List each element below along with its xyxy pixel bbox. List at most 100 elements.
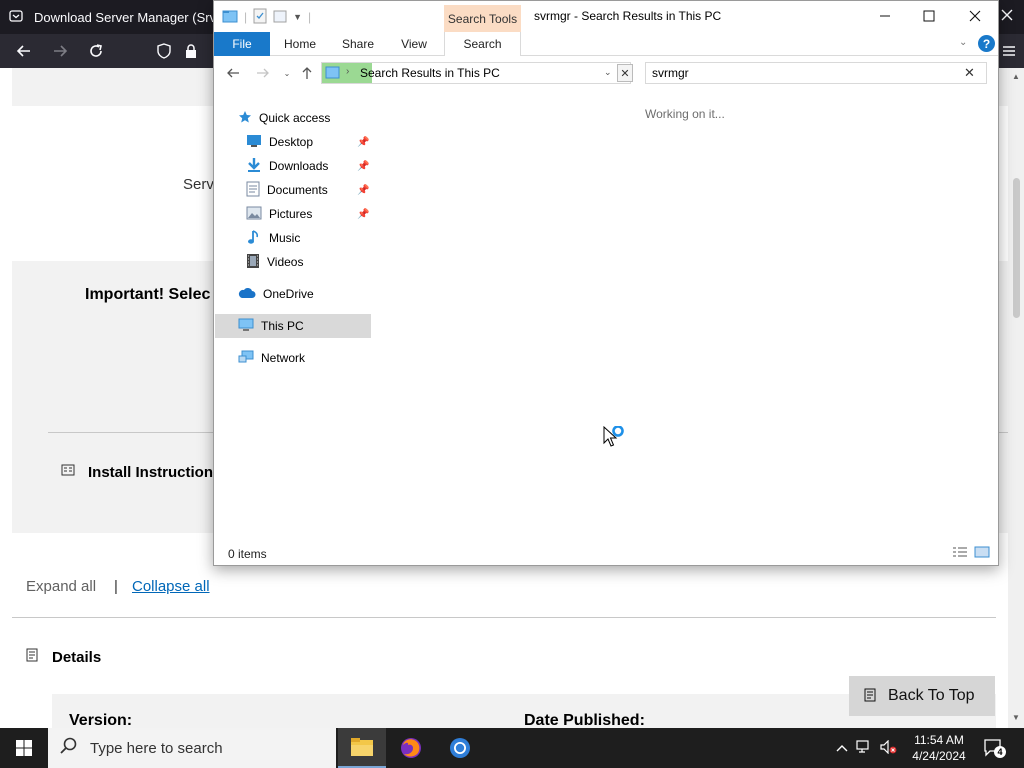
browser-tab[interactable]: Download Server Manager (SrvM	[0, 0, 214, 34]
install-instructions-toggle[interactable]: Install Instruction	[88, 464, 213, 481]
busy-cursor-icon	[603, 425, 629, 453]
download-arrow-icon	[246, 157, 262, 176]
address-text: Search Results in This PC	[360, 66, 500, 80]
nav-label: Videos	[267, 255, 304, 269]
nav-label: This PC	[261, 319, 304, 333]
clock-date: 4/24/2024	[912, 749, 966, 763]
back-icon[interactable]	[222, 62, 244, 84]
nav-label: Desktop	[269, 135, 314, 149]
tab-list-icon[interactable]	[8, 8, 24, 27]
tab-home[interactable]: Home	[276, 32, 324, 56]
desktop-icon	[246, 134, 262, 151]
page-scrollbar[interactable]: ▲ ▼	[1008, 68, 1024, 728]
details-toggle[interactable]: Details	[52, 649, 101, 666]
pin-icon[interactable]: 📌	[357, 161, 369, 172]
nav-network[interactable]: Network	[238, 346, 305, 370]
clear-search-icon[interactable]: ✕	[964, 65, 975, 81]
important-heading: Important! Selec	[85, 286, 211, 303]
pin-icon[interactable]: 📌	[357, 137, 369, 148]
close-icon[interactable]	[1000, 8, 1014, 25]
up-icon[interactable]	[296, 62, 318, 84]
start-button[interactable]	[0, 728, 48, 768]
address-bar-row: ⌄ › Search Results in This PC ⌄ ✕ ✕	[214, 58, 998, 88]
search-status-message: Working on it...	[645, 107, 725, 121]
details-view-icon[interactable]	[952, 546, 968, 561]
notification-center-button[interactable]: 4	[982, 738, 1006, 758]
properties-icon[interactable]	[253, 8, 267, 27]
reload-icon[interactable]	[85, 40, 107, 62]
search-input[interactable]	[645, 62, 987, 84]
item-count: 0 items	[228, 547, 267, 561]
volume-muted-icon[interactable]	[880, 739, 898, 757]
scroll-up-icon[interactable]: ▲	[1012, 72, 1020, 81]
show-hidden-icons-icon[interactable]	[836, 741, 848, 756]
large-icons-view-icon[interactable]	[974, 546, 990, 561]
breadcrumb-chevron-icon[interactable]: ›	[346, 66, 349, 77]
tab-file[interactable]: File	[214, 32, 270, 56]
folder-icon[interactable]	[222, 8, 238, 27]
music-note-icon	[246, 229, 262, 248]
chrome-icon	[450, 738, 470, 758]
help-icon[interactable]: ?	[978, 35, 995, 52]
clock-time: 11:54 AM	[914, 733, 964, 747]
nav-this-pc[interactable]: This PC	[215, 314, 371, 338]
windows-logo-icon	[16, 740, 32, 756]
scrollbar-thumb[interactable]	[1013, 178, 1020, 318]
taskbar-chrome[interactable]	[436, 728, 484, 768]
network-icon	[238, 350, 254, 367]
expand-all-link[interactable]: Expand all	[26, 578, 96, 595]
tab-share[interactable]: Share	[334, 32, 382, 56]
back-to-top-button[interactable]: Back To Top	[849, 676, 995, 716]
picture-icon	[246, 206, 262, 223]
pin-icon[interactable]: 📌	[357, 185, 369, 196]
nav-label: Documents	[267, 183, 328, 197]
nav-videos[interactable]: Videos	[246, 250, 303, 274]
taskbar-firefox[interactable]	[387, 728, 435, 768]
nav-quick-access[interactable]: Quick access	[238, 106, 330, 130]
address-box[interactable]: › Search Results in This PC ⌄	[321, 62, 631, 84]
pin-icon[interactable]: 📌	[357, 209, 369, 220]
maximize-button[interactable]	[906, 1, 952, 31]
nav-documents[interactable]: Documents 📌	[246, 178, 376, 202]
new-folder-icon[interactable]	[273, 8, 287, 27]
close-button[interactable]	[952, 1, 998, 31]
nav-label: Quick access	[259, 111, 331, 125]
scroll-down-icon[interactable]: ▼	[1012, 713, 1020, 722]
nav-downloads[interactable]: Downloads 📌	[246, 154, 376, 178]
qat-separator: |	[244, 10, 248, 24]
forward-icon[interactable]	[49, 40, 71, 62]
lock-icon[interactable]	[180, 40, 202, 62]
recent-locations-icon[interactable]: ⌄	[276, 62, 298, 84]
back-to-top-label: Back To Top	[888, 687, 975, 704]
collapse-all-link[interactable]: Collapse all	[132, 578, 210, 595]
nav-onedrive[interactable]: OneDrive	[238, 282, 314, 306]
star-icon	[238, 110, 252, 127]
taskbar-file-explorer[interactable]	[338, 728, 386, 768]
system-tray	[836, 728, 898, 768]
quick-access-toolbar: | ▼ |	[222, 7, 311, 27]
taskbar-search-box[interactable]: Type here to search	[48, 728, 336, 768]
tab-search[interactable]: Search	[444, 32, 521, 56]
folder-icon	[351, 738, 373, 756]
cancel-search-button[interactable]: ✕	[617, 64, 633, 82]
menu-icon[interactable]	[998, 40, 1020, 62]
document-icon	[246, 181, 260, 200]
tab-view[interactable]: View	[390, 32, 438, 56]
expand-ribbon-icon[interactable]: ⌄	[959, 37, 967, 48]
forward-icon[interactable]	[252, 62, 274, 84]
nav-label: Music	[269, 231, 301, 245]
shield-icon[interactable]	[153, 40, 175, 62]
film-icon	[246, 253, 260, 272]
search-tools-contextual-tab: Search Tools	[444, 5, 521, 32]
clock[interactable]: 11:54 AM 4/24/2024	[906, 732, 972, 764]
nav-label: Downloads	[269, 159, 329, 173]
nav-desktop[interactable]: Desktop 📌	[246, 130, 376, 154]
nav-pictures[interactable]: Pictures 📌	[246, 202, 376, 226]
network-status-icon[interactable]	[856, 739, 872, 757]
back-icon[interactable]	[13, 40, 35, 62]
address-dropdown-icon[interactable]: ⌄	[604, 67, 612, 78]
nav-music[interactable]: Music	[246, 226, 300, 250]
computer-icon	[238, 318, 254, 335]
customize-qat-icon[interactable]: ▼	[293, 12, 302, 22]
minimize-button[interactable]	[862, 1, 908, 31]
